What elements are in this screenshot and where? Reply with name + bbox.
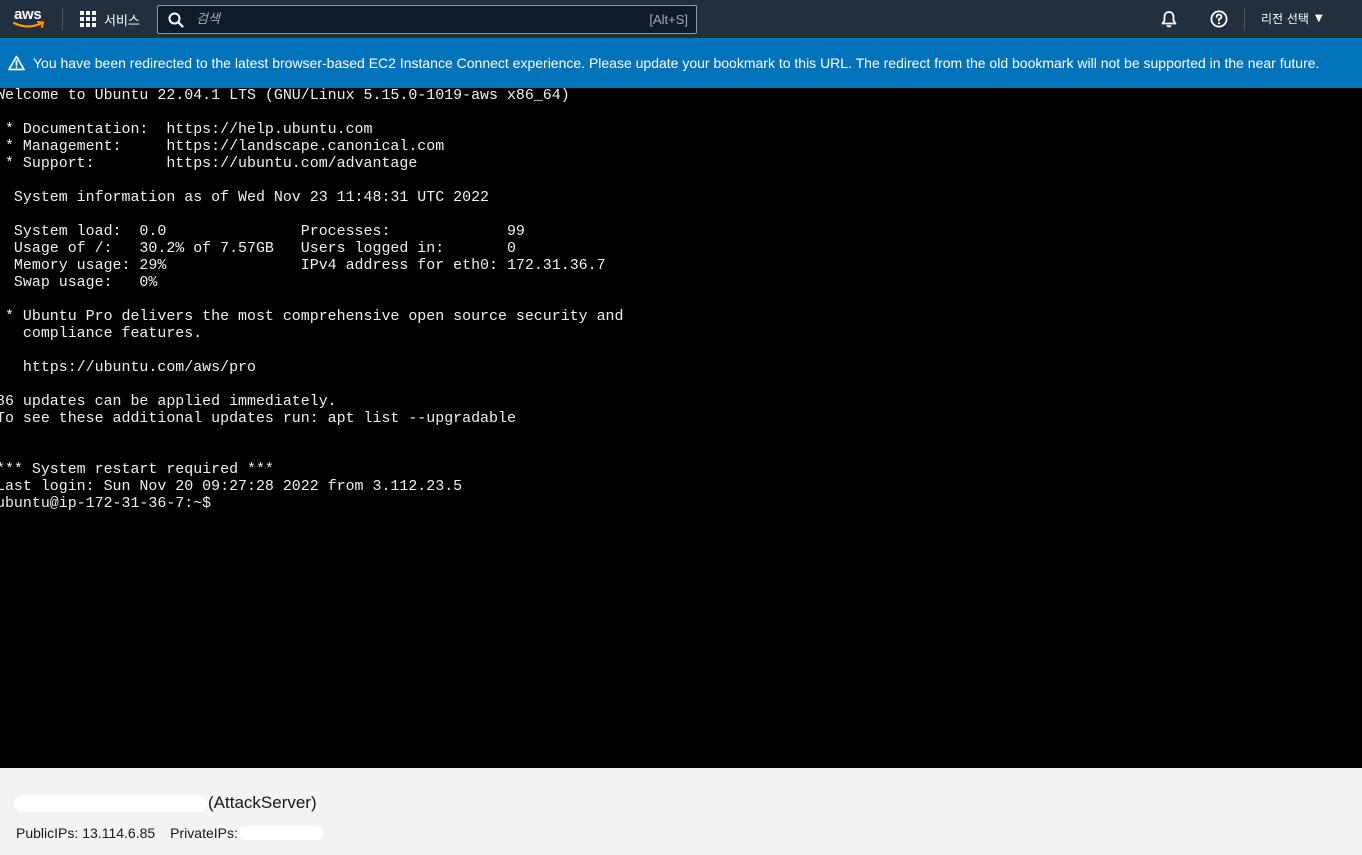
instance-id-line: (AttackServer) (14, 793, 317, 813)
terminal-window[interactable]: Welcome to Ubuntu 22.04.1 LTS (GNU/Linux… (0, 88, 1362, 768)
terminal-line: * Support: https://ubuntu.com/advantage (0, 156, 418, 172)
terminal-line: Swap usage: 0% (0, 275, 158, 291)
terminal-line: Last login: Sun Nov 20 09:27:28 2022 fro… (0, 479, 463, 495)
terminal-line: 86 updates can be applied immediately. (0, 394, 337, 410)
redacted-private-ip (237, 826, 324, 840)
bell-icon[interactable] (1160, 10, 1178, 28)
region-select-button[interactable]: 리전 선택 ▼ (1261, 10, 1323, 27)
search-box[interactable]: [Alt+S] (157, 5, 697, 34)
terminal-line: Usage of /: 30.2% of 7.57GB Users logged… (0, 241, 516, 257)
public-ips-label: PublicIPs: (16, 825, 79, 841)
redirect-info-banner: You have been redirected to the latest b… (0, 38, 1362, 88)
terminal-line: * Management: https://landscape.canonica… (0, 139, 445, 155)
grid-icon (80, 11, 96, 27)
terminal-line: Welcome to Ubuntu 22.04.1 LTS (GNU/Linux… (0, 88, 570, 104)
aws-smile-icon (13, 21, 45, 28)
terminal-line: *** System restart required *** (0, 462, 274, 478)
redacted-instance-id (14, 795, 208, 813)
terminal-output: Welcome to Ubuntu 22.04.1 LTS (GNU/Linux… (0, 88, 623, 513)
terminal-line: System load: 0.0 Processes: 99 (0, 224, 525, 240)
region-select-label: 리전 선택 (1261, 12, 1309, 26)
terminal-line: compliance features. (0, 326, 203, 342)
search-shortcut-hint: [Alt+S] (649, 12, 688, 27)
instance-name: (AttackServer) (208, 793, 317, 812)
public-ip-value: 13.114.6.85 (82, 825, 156, 841)
terminal-line: Memory usage: 29% IPv4 address for eth0:… (0, 258, 606, 274)
terminal-line: System information as of Wed Nov 23 11:4… (0, 190, 490, 206)
instance-info-footer: (AttackServer) PublicIPs: 13.114.6.85 Pr… (0, 768, 1362, 855)
search-icon (168, 12, 184, 28)
services-label: 서비스 (104, 12, 140, 28)
private-ips-label: PrivateIPs: (170, 825, 238, 841)
search-input[interactable] (194, 6, 650, 33)
instance-ips-line: PublicIPs: 13.114.6.85 PrivateIPs: (16, 825, 324, 841)
terminal-line: * Documentation: https://help.ubuntu.com (0, 122, 373, 138)
terminal-line: To see these additional updates run: apt… (0, 411, 516, 427)
aws-logo[interactable]: aws (13, 6, 47, 32)
services-menu-button[interactable]: 서비스 (80, 9, 140, 29)
help-icon[interactable] (1210, 10, 1228, 28)
banner-message: You have been redirected to the latest b… (33, 55, 1320, 71)
warning-icon (8, 55, 25, 71)
nav-divider (1244, 8, 1245, 30)
terminal-line: ubuntu@ip-172-31-36-7:~$ (0, 496, 212, 512)
top-navigation-bar: aws 서비스 [Alt+S] 리전 선택 ▼ (0, 0, 1362, 38)
terminal-line: * Ubuntu Pro delivers the most comprehen… (0, 309, 624, 325)
nav-divider (62, 8, 63, 30)
terminal-line: https://ubuntu.com/aws/pro (0, 360, 256, 376)
caret-down-icon: ▼ (1314, 13, 1323, 24)
